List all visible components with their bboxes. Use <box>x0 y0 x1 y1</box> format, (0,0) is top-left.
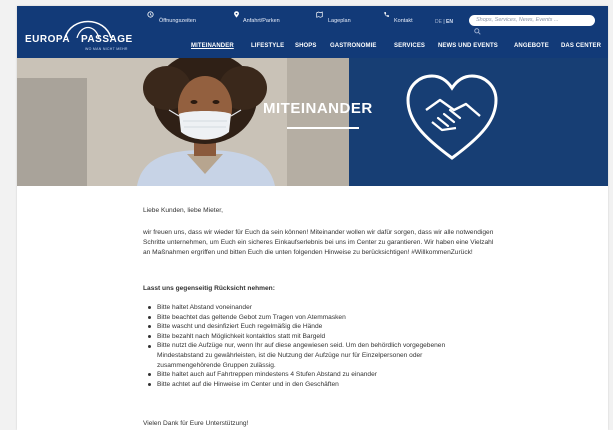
list-item: Bitte bezahlt nach Möglichkeit kontaktlo… <box>143 332 483 342</box>
lang-de[interactable]: DE <box>435 19 442 25</box>
heart-handshake-icon <box>406 74 498 160</box>
hero-title: MITEINANDER <box>263 100 373 117</box>
closing-line: Vielen Dank für Eure Unterstützung! <box>143 420 249 427</box>
list-item: Bitte haltet Abstand voneinander <box>143 303 483 313</box>
greeting: Liebe Kunden, liebe Mieter, <box>143 207 223 214</box>
logo-tagline: WO MAN NICHT MEHR <box>85 47 128 51</box>
search-input[interactable]: Shops, Services, News, Events ... <box>469 15 595 26</box>
site-header: EUROPA PASSAGE WO MAN NICHT MEHR Öffnung… <box>17 6 608 58</box>
phone-icon <box>384 12 390 17</box>
clock-icon <box>147 11 154 18</box>
intro-paragraph: wir freuen uns, dass wir wieder für Euch… <box>143 229 494 256</box>
list-item: Bitte wascht und desinfiziert Euch regel… <box>143 322 483 332</box>
nav-item-das-center[interactable]: DAS CENTER <box>561 43 601 49</box>
nav-item-gastronomie[interactable]: GASTRONOMIE <box>330 43 376 49</box>
rules-list: Bitte haltet Abstand voneinander Bitte b… <box>143 303 483 389</box>
list-item: Bitte nutzt die Aufzüge nur, wenn Ihr au… <box>143 341 483 370</box>
nav-item-shops[interactable]: SHOPS <box>295 43 317 49</box>
utility-link-floor-plan[interactable]: Lageplan <box>328 18 351 24</box>
hero-photo <box>17 58 349 186</box>
language-switch: DE | EN <box>435 19 453 25</box>
search-icon[interactable] <box>474 28 481 35</box>
nav-item-angebote[interactable]: ANGEBOTE <box>514 43 549 49</box>
utility-link-directions[interactable]: Anfahrt/Parken <box>243 18 280 24</box>
nav-item-lifestyle[interactable]: LIFESTYLE <box>251 43 284 49</box>
location-pin-icon <box>234 11 239 18</box>
list-item: Bitte achtet auf die Hinweise im Center … <box>143 380 483 390</box>
map-icon <box>316 11 323 18</box>
hero-banner: MITEINANDER <box>17 58 608 186</box>
utility-link-contact[interactable]: Kontakt <box>394 18 413 24</box>
page: EUROPA PASSAGE WO MAN NICHT MEHR Öffnung… <box>17 6 608 430</box>
nav-item-services[interactable]: SERVICES <box>394 43 425 49</box>
hero-title-underline <box>287 127 359 129</box>
section-heading: Lasst uns gegenseitig Rücksicht nehmen: <box>143 285 275 292</box>
logo-line1: EUROPA <box>25 34 71 45</box>
nav-item-miteinander[interactable]: MITEINANDER <box>191 43 234 49</box>
logo[interactable]: EUROPA PASSAGE WO MAN NICHT MEHR <box>23 12 151 54</box>
list-item: Bitte haltet auch auf Fahrtreppen mindes… <box>143 370 483 380</box>
logo-line2: PASSAGE <box>81 34 133 45</box>
lang-en[interactable]: EN <box>446 19 453 25</box>
utility-link-opening-hours[interactable]: Öffnungszeiten <box>159 18 196 24</box>
nav-item-news-und-events[interactable]: NEWS UND EVENTS <box>438 43 498 49</box>
woman-with-mask-image <box>17 58 349 186</box>
list-item: Bitte beachtet das geltende Gebot zum Tr… <box>143 313 483 323</box>
